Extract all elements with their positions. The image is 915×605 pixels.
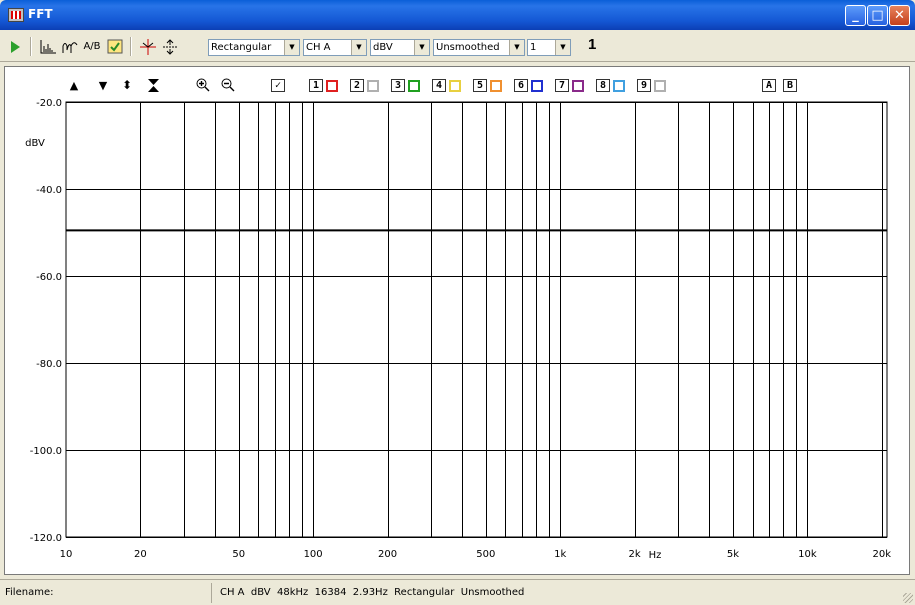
ab-compare-icon[interactable]: A/B — [82, 38, 102, 55]
compress-icon[interactable] — [147, 78, 159, 92]
marker-icon[interactable] — [160, 38, 180, 55]
smoothing-select[interactable]: Unsmoothed ▼ — [433, 39, 525, 56]
window-title: FFT — [28, 7, 53, 21]
trace-8-button[interactable]: 8 — [596, 79, 610, 92]
chevron-down-icon: ▼ — [284, 40, 299, 55]
scroll-down-icon[interactable]: ▼ — [97, 78, 109, 92]
expand-icon[interactable]: ⬍ — [121, 78, 133, 92]
status-bar: Filename: CH A dBV 48kHz 16384 2.93Hz Re… — [0, 579, 915, 605]
trace-6-button[interactable]: 6 — [514, 79, 528, 92]
trace-4-color-swatch[interactable] — [449, 80, 461, 92]
window-type-select[interactable]: Rectangular ▼ — [208, 39, 300, 56]
toolbar-separator — [30, 37, 32, 56]
play-icon[interactable] — [8, 38, 22, 55]
cursor-icon[interactable] — [138, 38, 158, 55]
trace-2-button[interactable]: 2 — [350, 79, 364, 92]
settings-check-icon[interactable] — [106, 38, 124, 55]
graph-panel — [4, 66, 910, 575]
filename-label: Filename: — [0, 583, 212, 603]
trace-7-color-swatch[interactable] — [572, 80, 584, 92]
smoothing-value: Unsmoothed — [436, 42, 500, 53]
maximize-button[interactable]: □ — [867, 5, 888, 26]
resize-grip-icon[interactable] — [903, 593, 913, 603]
average-display: 1 — [588, 36, 597, 53]
units-select[interactable]: dBV ▼ — [370, 39, 430, 56]
trace-checkbox[interactable]: ✓ — [271, 79, 285, 92]
trace-1-color-swatch[interactable] — [326, 80, 338, 92]
trace-7-button[interactable]: 7 — [555, 79, 569, 92]
trace-5-color-swatch[interactable] — [490, 80, 502, 92]
chevron-down-icon: ▼ — [351, 40, 366, 55]
status-info: CH A dBV 48kHz 16384 2.93Hz Rectangular … — [220, 587, 525, 598]
window-type-value: Rectangular — [211, 42, 272, 53]
chevron-down-icon: ▼ — [414, 40, 429, 55]
ref-b-button[interactable]: B — [783, 79, 797, 92]
title-bar: FFT _ □ ✕ — [0, 0, 915, 30]
trace-6-color-swatch[interactable] — [531, 80, 543, 92]
trace-9-color-swatch[interactable] — [654, 80, 666, 92]
units-value: dBV — [373, 42, 393, 53]
trace-4-button[interactable]: 4 — [432, 79, 446, 92]
zoom-out-icon[interactable] — [221, 78, 235, 92]
average-value: 1 — [530, 42, 537, 53]
channel-value: CH A — [306, 42, 331, 53]
ref-a-button[interactable]: A — [762, 79, 776, 92]
spectrum-view-icon[interactable] — [38, 38, 58, 55]
minimize-button[interactable]: _ — [845, 5, 866, 26]
trace-3-button[interactable]: 3 — [391, 79, 405, 92]
trace-3-color-swatch[interactable] — [408, 80, 420, 92]
trace-8-color-swatch[interactable] — [613, 80, 625, 92]
toolbar-separator — [130, 37, 132, 56]
app-icon — [8, 8, 24, 22]
peak-hold-icon[interactable] — [60, 38, 80, 55]
trace-1-button[interactable]: 1 — [309, 79, 323, 92]
chevron-down-icon: ▼ — [509, 40, 524, 55]
channel-select[interactable]: CH A ▼ — [303, 39, 367, 56]
average-select[interactable]: 1 ▼ — [527, 39, 571, 56]
trace-5-button[interactable]: 5 — [473, 79, 487, 92]
chevron-down-icon: ▼ — [555, 40, 570, 55]
trace-2-color-swatch[interactable] — [367, 80, 379, 92]
zoom-in-icon[interactable] — [196, 78, 210, 92]
toolbar: A/B Rectangular ▼ CH A ▼ dBV ▼ Unsmoothe… — [0, 30, 915, 62]
scroll-up-icon[interactable]: ▲ — [68, 78, 80, 92]
trace-9-button[interactable]: 9 — [637, 79, 651, 92]
close-button[interactable]: ✕ — [889, 5, 910, 26]
